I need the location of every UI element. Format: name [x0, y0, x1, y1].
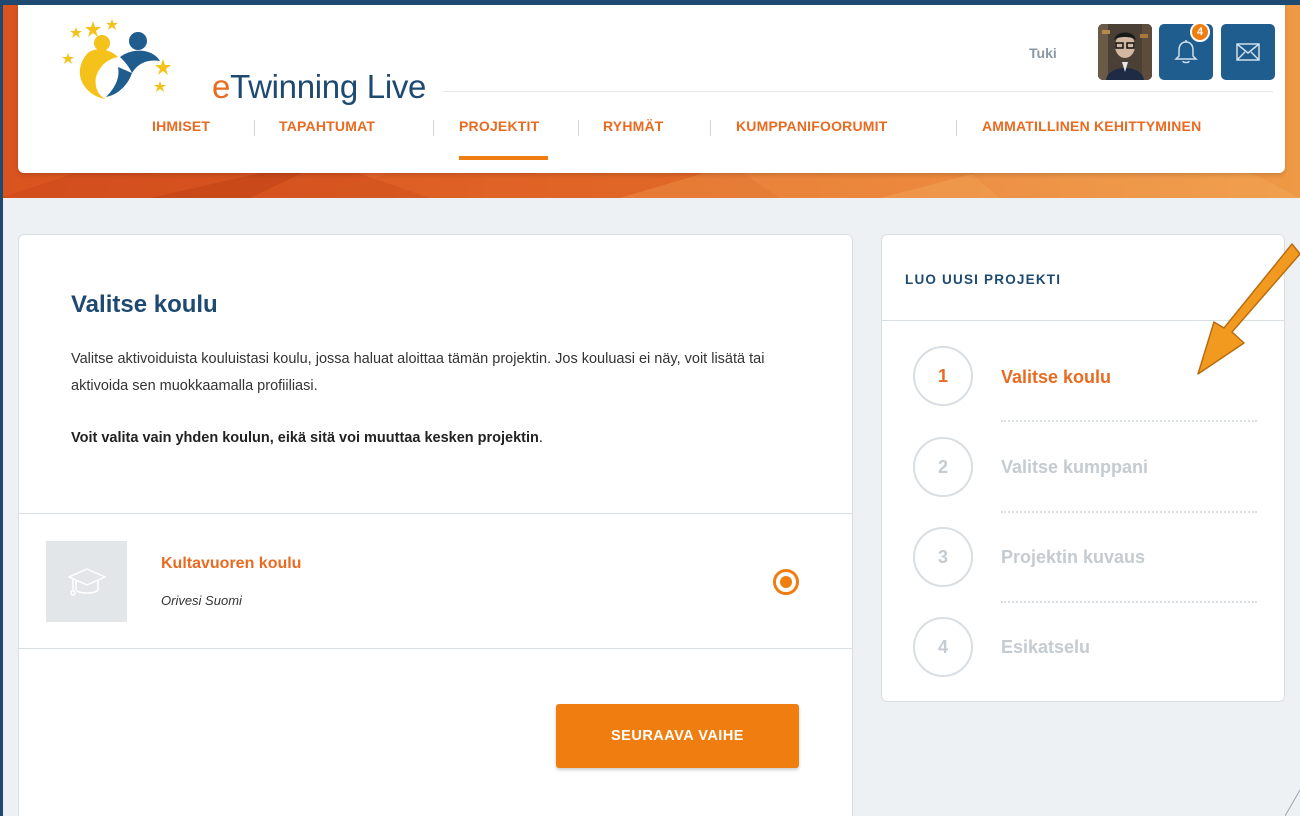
corner-mark [1285, 790, 1300, 816]
section-divider [19, 513, 852, 514]
nav-ammatillinen-kehittyminen[interactable]: AMMATILLINEN KEHITTYMINEN [982, 118, 1201, 134]
nav-tapahtumat[interactable]: TAPAHTUMAT [279, 118, 375, 134]
select-school-card: Valitse koulu Valitse aktivoiduista koul… [18, 234, 853, 816]
step-3-label: Projektin kuvaus [1001, 547, 1146, 567]
step-1-number: 1 [913, 346, 973, 406]
step-2-label: Valitse kumppani [1001, 457, 1149, 477]
nav-active-indicator [459, 156, 548, 160]
logo-text: eTwinning Live [212, 68, 427, 105]
nav-kumppanifoorumit[interactable]: KUMPPANIFOORUMIT [736, 118, 888, 134]
step-3-number: 3 [913, 527, 973, 587]
nav-separator [254, 120, 255, 136]
school-location: Orivesi Suomi [161, 593, 242, 608]
header-divider [443, 91, 1273, 92]
section-divider [19, 648, 852, 649]
nav-projektit[interactable]: PROJEKTIT [459, 118, 539, 134]
annotation-arrow [1197, 243, 1300, 375]
etwinning-logo[interactable]: eTwinning Live [48, 17, 468, 105]
page-title: Valitse koulu [71, 291, 218, 318]
step-4-number: 4 [913, 617, 973, 677]
steps-title: LUO UUSI PROJEKTI [905, 272, 1062, 287]
school-image [46, 541, 127, 622]
radio-dot [780, 576, 792, 588]
step-separator [1001, 601, 1257, 603]
nav-separator [578, 120, 579, 136]
nav-ryhmat[interactable]: RYHMÄT [603, 118, 664, 134]
step-4-label: Esikatselu [1001, 637, 1091, 657]
nav-separator [956, 120, 957, 136]
next-step-button[interactable]: SEURAAVA VAIHE [556, 704, 799, 768]
messages-button[interactable] [1221, 24, 1275, 80]
nav-separator [710, 120, 711, 136]
school-radio-selected[interactable] [773, 569, 799, 595]
step-1-label[interactable]: Valitse koulu [1001, 367, 1111, 388]
nav-ihmiset[interactable]: IHMISET [152, 118, 210, 134]
nav-separator [433, 120, 434, 136]
bell-icon [1174, 40, 1198, 64]
graduation-cap-icon [67, 567, 106, 596]
step-separator [1001, 511, 1257, 513]
user-avatar[interactable] [1098, 24, 1152, 80]
mail-icon [1236, 43, 1260, 61]
notification-badge: 4 [1190, 22, 1210, 42]
single-school-note: Voit valita vain yhden koulun, eikä sitä… [71, 430, 543, 446]
step-separator [1001, 420, 1257, 422]
page-description: Valitse aktivoiduista kouluistasi koulu,… [71, 351, 765, 394]
step-2-number: 2 [913, 437, 973, 497]
header-card: eTwinning Live Tuki 4 IHMISET TAPAHTUMAT… [18, 5, 1285, 173]
support-link[interactable]: Tuki [1029, 45, 1057, 61]
school-name[interactable]: Kultavuoren koulu [161, 555, 301, 573]
left-border [0, 0, 3, 816]
